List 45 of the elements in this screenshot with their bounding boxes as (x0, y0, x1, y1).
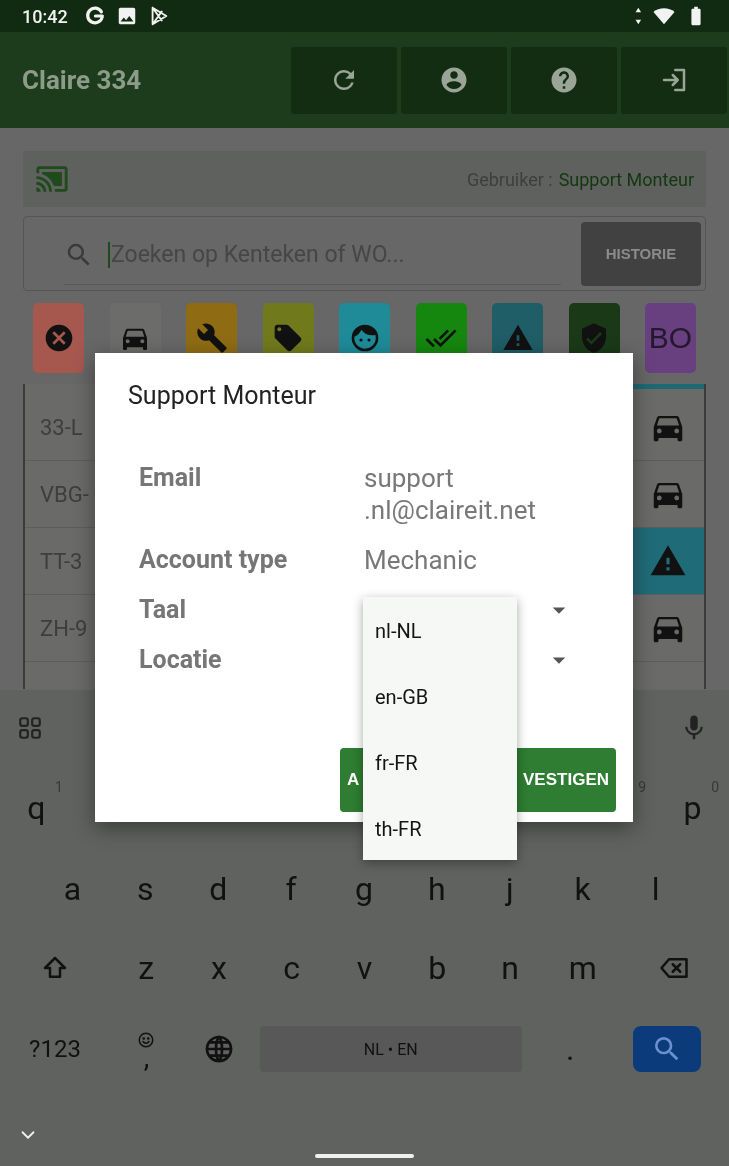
field-label: Locatie (139, 644, 223, 676)
key[interactable]: d (181, 850, 255, 928)
search-key[interactable] (632, 1026, 701, 1072)
key[interactable]: s (108, 850, 182, 928)
app-title: Claire 334 (21, 65, 143, 95)
tag-icon (272, 322, 304, 354)
help-button[interactable] (511, 46, 617, 114)
comma-key[interactable]: , (110, 1010, 183, 1088)
help-icon (549, 65, 579, 95)
dropdown-option[interactable]: en-GB (363, 664, 517, 730)
apps-grid-icon[interactable] (17, 714, 43, 741)
period-key[interactable]: . (533, 1010, 607, 1088)
symbols-key[interactable]: ?123 (0, 1010, 110, 1088)
key[interactable]: f (254, 850, 328, 928)
dialog-title: Support Monteur (128, 381, 317, 412)
history-button[interactable]: HISTORIE (581, 221, 701, 286)
key[interactable]: v (328, 929, 401, 1007)
account-button[interactable] (401, 46, 507, 114)
g-icon (83, 5, 106, 27)
user-name: Support Monteur (558, 168, 694, 190)
logout-button[interactable] (621, 46, 727, 114)
key[interactable]: m (546, 929, 620, 1007)
dropdown-option[interactable]: nl-NL (363, 598, 517, 664)
key[interactable]: a (36, 850, 109, 928)
wrench-icon (195, 322, 228, 354)
field-label: Account type (139, 544, 289, 576)
key[interactable]: z (109, 929, 183, 1007)
field-label: Taal (139, 594, 188, 626)
key[interactable]: c (255, 929, 329, 1007)
key[interactable]: x (182, 929, 256, 1007)
field-value: support .nl@claireit.net (364, 462, 537, 526)
refresh-button[interactable] (291, 46, 397, 114)
clock-time: 10:42 (22, 5, 68, 27)
key[interactable]: l (619, 850, 692, 928)
wifi-icon (653, 5, 675, 27)
filter-tile[interactable] (33, 303, 84, 373)
emoji-icon (137, 1031, 156, 1049)
account-icon (439, 65, 469, 95)
field-value: Mechanic (364, 544, 478, 576)
space-key[interactable]: NL • EN (259, 1026, 522, 1072)
filter-tile[interactable]: BO (645, 303, 696, 373)
key[interactable]: b (400, 929, 474, 1007)
key[interactable]: n (473, 929, 547, 1007)
field-label: Email (139, 462, 203, 494)
key[interactable]: k (546, 850, 620, 928)
